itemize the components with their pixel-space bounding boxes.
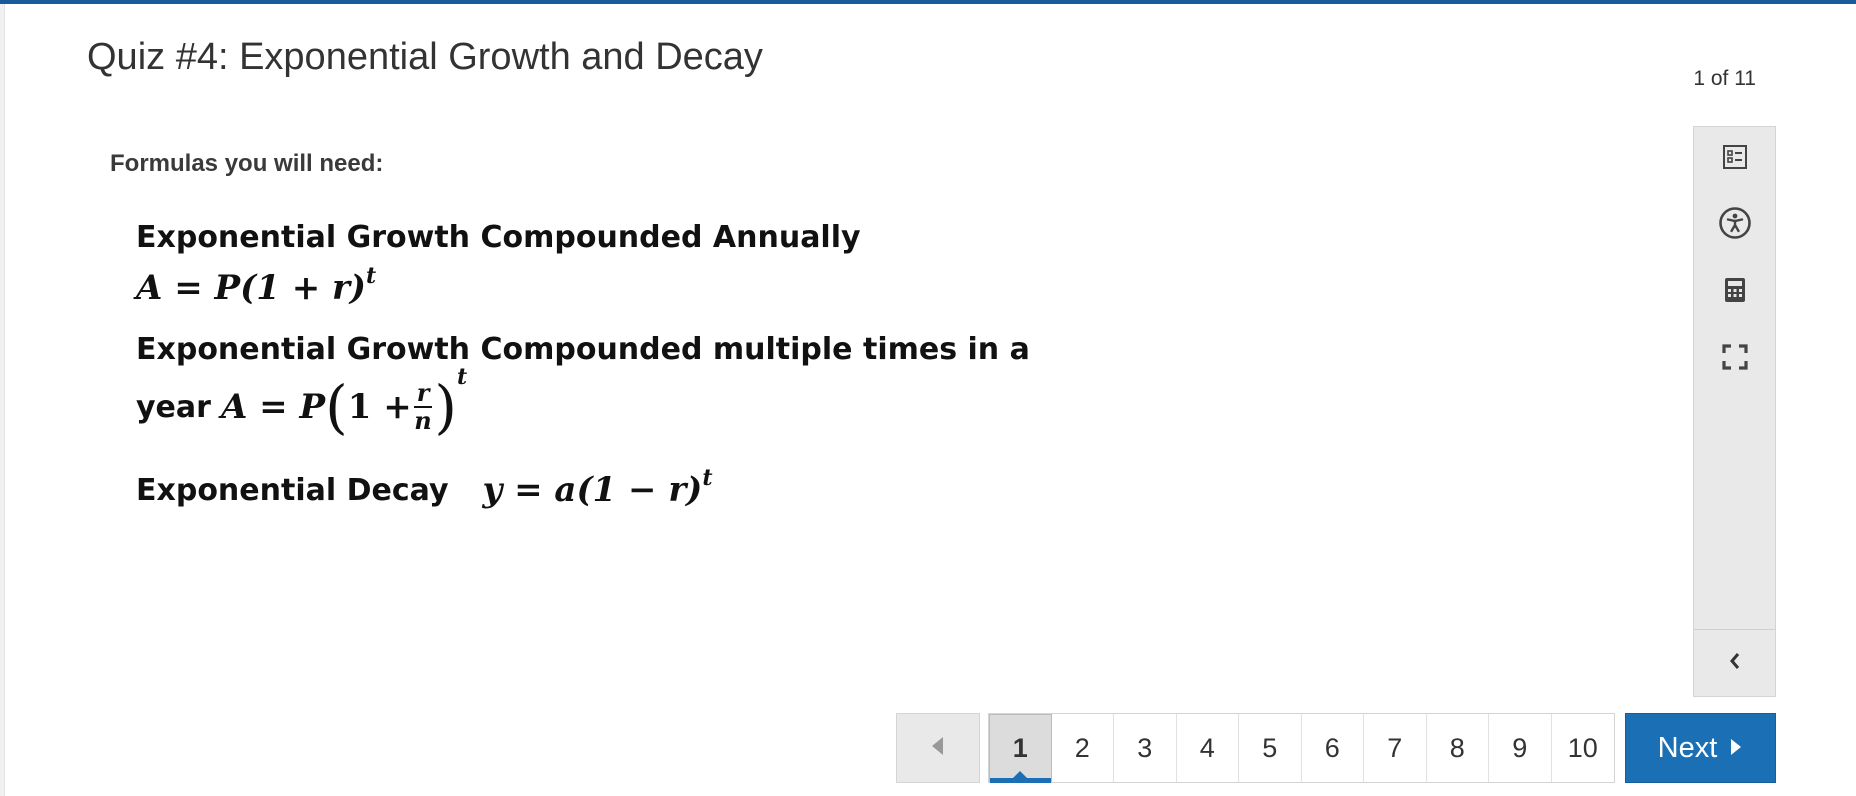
formula-growth-multiple-one-plus: 1 +: [347, 387, 412, 427]
triangle-left-icon: [930, 735, 946, 762]
fullscreen-icon: [1721, 343, 1749, 376]
fraction-r-over-n: r n: [413, 380, 433, 435]
formula-growth-multiple-line: year A = P ( 1 + r n ) t: [136, 364, 467, 441]
page-button-8[interactable]: 8: [1426, 714, 1489, 782]
page-number-label: 4: [1199, 732, 1215, 763]
right-paren: ): [434, 373, 457, 441]
tools-divider: [1694, 629, 1775, 630]
question-pager: 1 2 3 4 5 6 7 8 9 10: [896, 713, 1615, 783]
left-edge: [0, 4, 5, 796]
formula-growth-annual-exponent: t: [366, 263, 377, 289]
page-number-label: 5: [1262, 732, 1278, 763]
tools-panel: [1693, 126, 1776, 697]
collapse-tools-button[interactable]: [1694, 635, 1775, 691]
current-page-caret-icon: [1013, 771, 1028, 778]
page-number-list: 1 2 3 4 5 6 7 8 9 10: [988, 713, 1615, 783]
page-number-label: 2: [1074, 732, 1090, 763]
fullscreen-button[interactable]: [1694, 331, 1775, 387]
formulas-heading: Formulas you will need:: [110, 150, 384, 177]
page-number-label: 7: [1387, 732, 1403, 763]
accessibility-button[interactable]: [1694, 197, 1775, 253]
formula-growth-multiple-title: Exponential Growth Compounded multiple t…: [136, 332, 1030, 367]
fraction-numerator: r: [413, 380, 433, 408]
formula-growth-annual-title: Exponential Growth Compounded Annually: [136, 220, 861, 255]
question-list-icon: [1721, 143, 1749, 176]
page-number-label: 6: [1324, 732, 1340, 763]
formula-decay-base: y = a(1 − r): [482, 470, 703, 510]
formula-growth-multiple-equation: A = P ( 1 + r n ) t: [220, 364, 467, 441]
previous-button[interactable]: [896, 713, 980, 783]
page-button-9[interactable]: 9: [1489, 714, 1552, 782]
page-button-1[interactable]: 1: [989, 714, 1052, 783]
page-button-2[interactable]: 2: [1051, 714, 1114, 782]
fraction-denominator: n: [414, 406, 432, 435]
page-button-10[interactable]: 10: [1551, 714, 1614, 782]
left-paren: (: [325, 373, 348, 441]
accessibility-icon: [1718, 206, 1752, 245]
page-button-3[interactable]: 3: [1114, 714, 1177, 782]
page-button-5[interactable]: 5: [1239, 714, 1302, 782]
page-number-label: 8: [1449, 732, 1465, 763]
question-progress: 1 of 11: [1693, 67, 1756, 90]
page-number-label: 9: [1512, 732, 1528, 763]
page-button-6[interactable]: 6: [1301, 714, 1364, 782]
formula-decay-equation: y = a(1 − r)t: [482, 465, 713, 510]
formula-growth-multiple-word: year: [136, 389, 211, 425]
page-number-label: 10: [1567, 732, 1598, 763]
calculator-button[interactable]: [1694, 264, 1775, 320]
triangle-right-icon: [1729, 732, 1743, 765]
formula-decay-word: Exponential Decay: [136, 472, 449, 508]
formula-decay-exponent: t: [702, 465, 713, 491]
formula-growth-annual-base: A = P(1 + r): [136, 268, 367, 308]
page-number-label: 1: [1012, 732, 1028, 763]
page-button-4[interactable]: 4: [1176, 714, 1239, 782]
formula-growth-multiple-left: A = P: [220, 387, 326, 427]
next-button[interactable]: Next: [1625, 713, 1776, 783]
page-number-label: 3: [1137, 732, 1153, 763]
page-button-7[interactable]: 7: [1364, 714, 1427, 782]
quiz-title: Quiz #4: Exponential Growth and Decay: [87, 36, 763, 78]
next-button-label: Next: [1657, 731, 1718, 764]
formula-growth-annual-equation: A = P(1 + r)t: [136, 263, 376, 308]
question-list-button[interactable]: [1694, 131, 1775, 187]
calculator-icon: [1722, 276, 1748, 309]
formula-growth-multiple-exponent: t: [456, 364, 468, 390]
chevron-left-icon: [1727, 650, 1743, 677]
top-accent-bar: [0, 0, 1856, 4]
formula-decay-line: Exponential Decay y = a(1 − r)t: [136, 465, 713, 510]
question-content: Formulas you will need:: [110, 150, 1670, 178]
